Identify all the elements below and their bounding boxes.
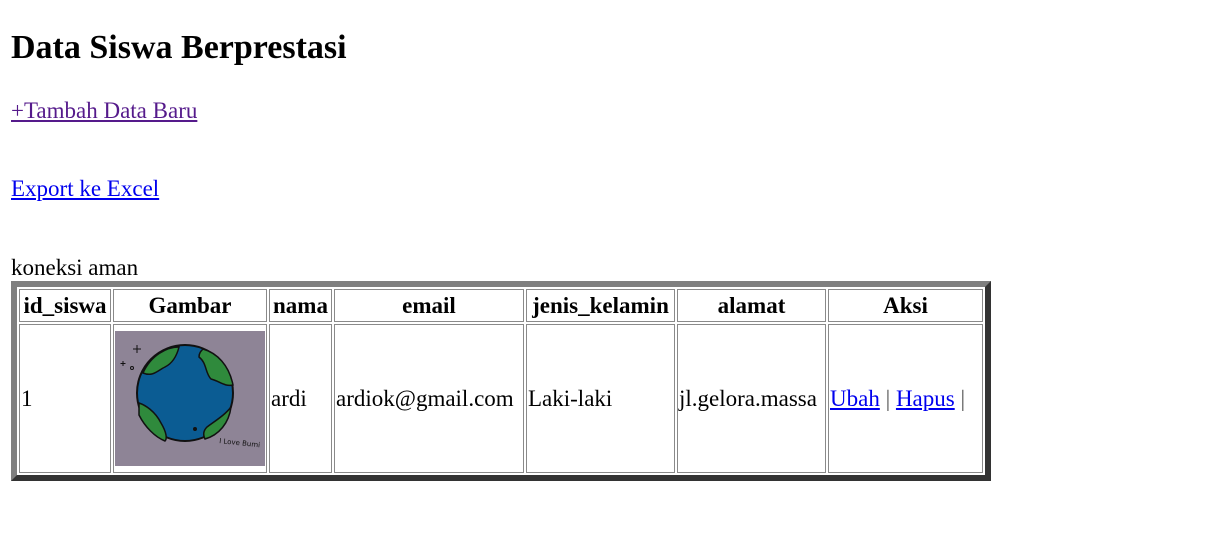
add-new-data-link[interactable]: +Tambah Data Baru: [11, 97, 197, 125]
cell-email: ardiok@gmail.com: [334, 324, 524, 473]
cell-nama: ardi: [269, 324, 332, 473]
header-alamat: alamat: [677, 289, 826, 322]
cell-id-siswa: 1: [19, 324, 111, 473]
header-id-siswa: id_siswa: [19, 289, 111, 322]
earth-drawing-image: I Love Bumi: [115, 331, 265, 466]
student-table: id_siswa Gambar nama email jenis_kelamin…: [17, 287, 985, 475]
cell-gambar: I Love Bumi: [113, 324, 267, 473]
cell-alamat: jl.gelora.massa: [677, 324, 826, 473]
export-excel-link[interactable]: Export ke Excel: [11, 175, 159, 203]
edit-link[interactable]: Ubah: [830, 386, 880, 411]
cell-jenis-kelamin: Laki-laki: [526, 324, 675, 473]
table-row: 1 I Love Bumi ardi ardiok@gmail.com Laki…: [19, 324, 983, 473]
cell-aksi: Ubah | Hapus |: [828, 324, 983, 473]
header-aksi: Aksi: [828, 289, 983, 322]
student-table-frame: id_siswa Gambar nama email jenis_kelamin…: [11, 281, 991, 481]
action-separator: |: [885, 385, 891, 411]
action-separator-trailing: |: [960, 385, 966, 411]
connection-status-text: koneksi aman: [11, 255, 139, 280]
header-nama: nama: [269, 289, 332, 322]
header-jenis-kelamin: jenis_kelamin: [526, 289, 675, 322]
page-title: Data Siswa Berprestasi: [11, 29, 347, 66]
delete-link[interactable]: Hapus: [896, 386, 955, 411]
table-header-row: id_siswa Gambar nama email jenis_kelamin…: [19, 289, 983, 322]
header-gambar: Gambar: [113, 289, 267, 322]
header-email: email: [334, 289, 524, 322]
